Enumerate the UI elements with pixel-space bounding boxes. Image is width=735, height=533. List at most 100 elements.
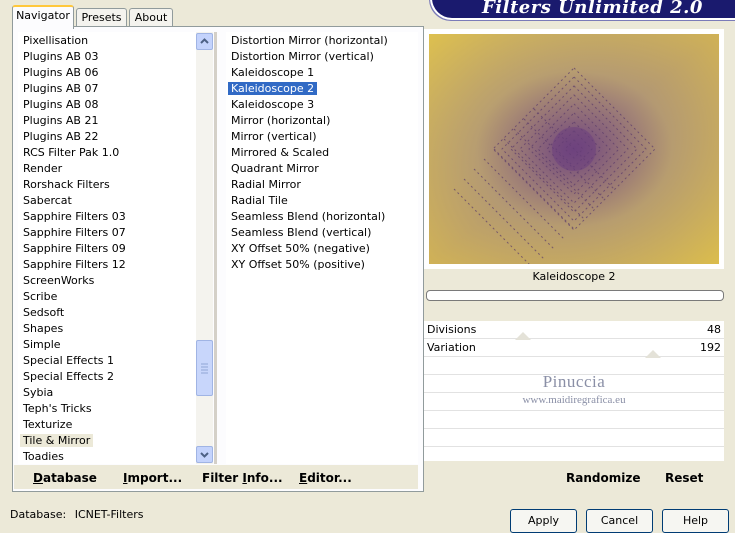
list-item[interactable]: RCS Filter Pak 1.0 [20, 145, 122, 161]
list-item-label: Rorshack Filters [23, 178, 110, 191]
list-item[interactable]: Rorshack Filters [20, 177, 113, 193]
list-item[interactable]: Texturize [20, 417, 75, 433]
preview-image [429, 34, 719, 264]
list-item[interactable]: Plugins AB 22 [20, 129, 101, 145]
list-item[interactable]: Distortion Mirror (vertical) [228, 49, 377, 65]
variation-slider-thumb[interactable] [645, 348, 662, 361]
list-item[interactable]: Plugins AB 08 [20, 97, 101, 113]
list-item[interactable]: Sedsoft [20, 305, 67, 321]
list-item[interactable]: Render [20, 161, 65, 177]
scroll-thumb[interactable] [196, 340, 213, 396]
list-item-label: Plugins AB 22 [23, 130, 99, 143]
list-item[interactable]: Radial Tile [228, 193, 291, 209]
list-item[interactable]: Plugins AB 07 [20, 81, 101, 97]
list-item-label: Pixellisation [23, 34, 89, 47]
randomize-button[interactable]: Randomize [566, 471, 640, 485]
list-item[interactable]: Kaleidoscope 1 [228, 65, 317, 81]
list-item-label: ScreenWorks [23, 274, 95, 287]
list-item[interactable]: Sapphire Filters 09 [20, 241, 129, 257]
scroll-up-button[interactable] [196, 33, 213, 50]
list-item[interactable]: Quadrant Mirror [228, 161, 322, 177]
list-item[interactable]: Mirrored & Scaled [228, 145, 332, 161]
chevron-up-icon [200, 38, 209, 44]
scroll-down-button[interactable] [196, 446, 213, 463]
list-item[interactable]: XY Offset 50% (positive) [228, 257, 368, 273]
triangle-up-icon [515, 332, 532, 340]
list-item[interactable]: XY Offset 50% (negative) [228, 241, 373, 257]
list-item[interactable]: Teph's Tricks [20, 401, 95, 417]
list-item-label: Plugins AB 07 [23, 82, 99, 95]
list-item-label: XY Offset 50% (positive) [231, 258, 365, 271]
list-item-label: Seamless Blend (vertical) [231, 226, 372, 239]
list-item-label: XY Offset 50% (negative) [231, 242, 370, 255]
database-button[interactable]: Database [33, 471, 97, 485]
list-item[interactable]: Seamless Blend (horizontal) [228, 209, 388, 225]
reset-button[interactable]: Reset [665, 471, 703, 485]
list-item[interactable]: Radial Mirror [228, 177, 304, 193]
tab-about[interactable]: About [129, 8, 173, 27]
tab-navigator[interactable]: Navigator [12, 5, 74, 29]
list-item[interactable]: Pixellisation [20, 33, 91, 49]
list-item[interactable]: Mirror (horizontal) [228, 113, 333, 129]
app-title: Filters Unlimited 2.0 [482, 0, 703, 18]
list-item-label: Seamless Blend (horizontal) [231, 210, 386, 223]
variation-label: Variation [427, 341, 476, 354]
parameter-panel[interactable]: Divisions 48 Variation 192 Pinuccia www.… [424, 321, 724, 461]
cancel-button[interactable]: Cancel [586, 509, 653, 533]
list-item[interactable]: Toadies [20, 449, 67, 465]
list-item[interactable]: Kaleidoscope 2 [226, 81, 319, 97]
editor-button[interactable]: Editor... [299, 471, 352, 485]
list-item[interactable]: Sybia [20, 385, 56, 401]
apply-button[interactable]: Apply [510, 509, 577, 533]
list-item[interactable]: Kaleidoscope 3 [228, 97, 317, 113]
list-item-label: Sybia [23, 386, 54, 399]
list-item[interactable]: Sabercat [20, 193, 75, 209]
list-item-label: Kaleidoscope 2 [226, 81, 319, 96]
status-value: ICNET-Filters [74, 508, 144, 521]
category-list[interactable]: Pixellisation Plugins AB 03 Plugins AB 06 P… [18, 32, 196, 464]
list-item-label: Sedsoft [23, 306, 65, 319]
filter-list[interactable]: Distortion Mirror (horizontal) Distortion… [226, 32, 418, 464]
list-item[interactable]: Plugins AB 06 [20, 65, 101, 81]
list-item-label: Sabercat [23, 194, 72, 207]
list-item-label: Scribe [23, 290, 58, 303]
list-item[interactable]: Special Effects 1 [20, 353, 117, 369]
list-item-label: Shapes [23, 322, 64, 335]
list-item[interactable]: Plugins AB 03 [20, 49, 101, 65]
variation-value: 192 [700, 341, 721, 354]
list-item-label: Distortion Mirror (vertical) [231, 50, 374, 63]
list-item[interactable]: Tile & Mirror [20, 433, 94, 449]
list-item[interactable]: Sapphire Filters 03 [20, 209, 129, 225]
help-button[interactable]: Help [662, 509, 729, 533]
list-item[interactable]: Shapes [20, 321, 66, 337]
divisions-label: Divisions [427, 323, 477, 336]
list-item-label: Plugins AB 08 [23, 98, 99, 111]
list-item[interactable]: Scribe [20, 289, 60, 305]
list-item-label: Mirror (vertical) [231, 130, 317, 143]
list-item[interactable]: Mirror (vertical) [228, 129, 320, 145]
list-item[interactable]: Simple [20, 337, 64, 353]
list-item[interactable]: Sapphire Filters 12 [20, 257, 129, 273]
list-item-label: Distortion Mirror (horizontal) [231, 34, 388, 47]
import-button[interactable]: Import... [123, 471, 182, 485]
list-item[interactable]: Plugins AB 21 [20, 113, 101, 129]
list-item-label: Kaleidoscope 3 [231, 98, 315, 111]
tab-presets[interactable]: Presets [76, 8, 127, 27]
list-item[interactable]: Seamless Blend (vertical) [228, 225, 374, 241]
chevron-down-icon [200, 452, 209, 458]
triangle-up-icon [645, 350, 662, 358]
list-item-label: Simple [23, 338, 61, 351]
list-item[interactable]: Distortion Mirror (horizontal) [228, 33, 391, 49]
list-item-label: Teph's Tricks [23, 402, 92, 415]
divisions-value: 48 [707, 323, 721, 336]
list-item[interactable]: Special Effects 2 [20, 369, 117, 385]
list-item[interactable]: ScreenWorks [20, 273, 97, 289]
list-item[interactable]: Sapphire Filters 07 [20, 225, 129, 241]
category-scrollbar[interactable] [196, 32, 213, 464]
preview-filter-name: Kaleidoscope 2 [532, 270, 616, 283]
list-item-label: Radial Mirror [231, 178, 301, 191]
divisions-slider-thumb[interactable] [515, 330, 532, 343]
list-item-label: Plugins AB 06 [23, 66, 99, 79]
watermark-name: Pinuccia [542, 372, 606, 391]
filter-info-button[interactable]: Filter Info... [202, 471, 283, 485]
